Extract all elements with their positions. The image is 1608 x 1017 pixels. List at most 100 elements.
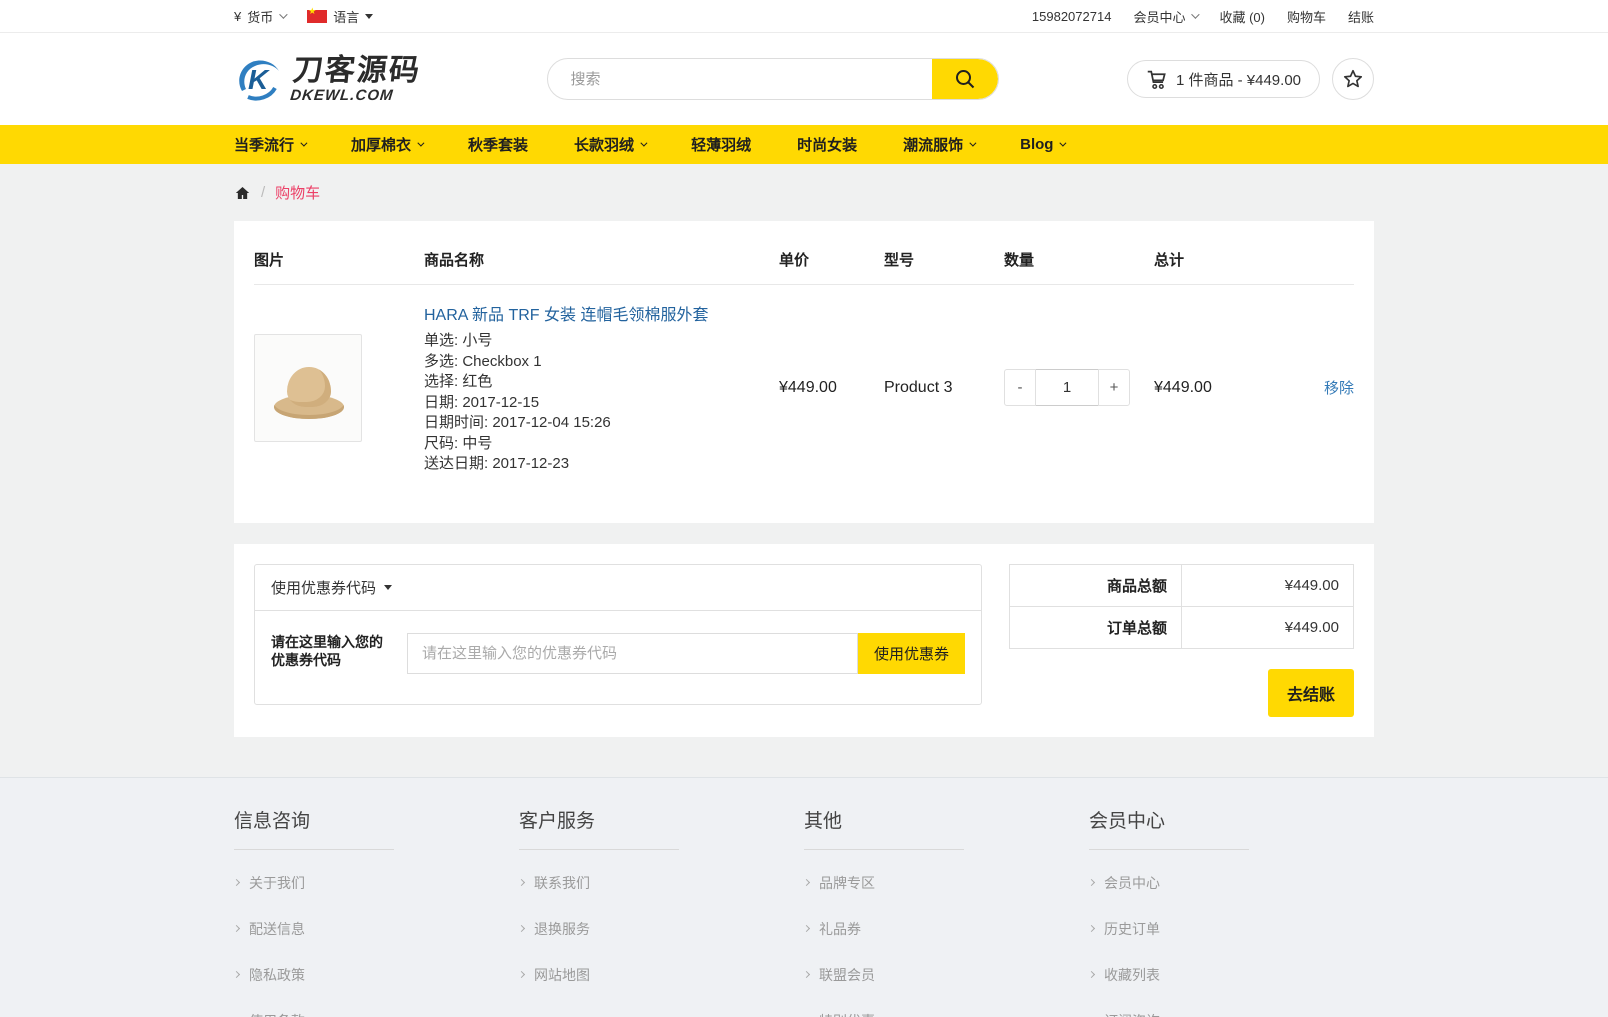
site-logo[interactable]: K 刀客源码 DKEWL.COM <box>234 53 420 105</box>
footer-link-contact[interactable]: 联系我们 <box>519 860 804 906</box>
search-input[interactable] <box>548 59 932 99</box>
chevron-right-icon <box>233 879 240 886</box>
totals-row-subtotal: 商品总额 ¥449.00 <box>1010 564 1354 606</box>
footer-link-label: 配送信息 <box>249 919 305 939</box>
nav-label: Blog <box>1020 136 1053 153</box>
footer-link-wishlist[interactable]: 收藏列表 <box>1089 952 1374 998</box>
home-icon[interactable] <box>234 185 251 201</box>
cart-icon <box>1146 69 1167 90</box>
product-option: 日期时间: 2017-12-04 15:26 <box>424 413 779 434</box>
chevron-right-icon <box>518 879 525 886</box>
search-bar <box>547 58 999 100</box>
coupon-panel-toggle[interactable]: 使用优惠券代码 <box>255 565 981 611</box>
footer-link-brands[interactable]: 品牌专区 <box>804 860 1089 906</box>
footer-link-label: 品牌专区 <box>819 873 875 893</box>
footer-link-order-history[interactable]: 历史订单 <box>1089 906 1374 952</box>
footer-link-gift-vouchers[interactable]: 礼品券 <box>804 906 1089 952</box>
logo-subtitle: DKEWL.COM <box>290 88 420 103</box>
svg-text:K: K <box>248 64 270 95</box>
quantity-increase-button[interactable]: + <box>1098 369 1130 406</box>
cart-table-card: 图片 商品名称 单价 型号 数量 总计 HARA 新品 TRF 女装 连帽毛领棉… <box>234 221 1374 523</box>
member-center-menu[interactable]: 会员中心 <box>1133 7 1197 26</box>
nav-item-autumn-sets[interactable]: 秋季套装 <box>468 134 528 155</box>
header: K 刀客源码 DKEWL.COM <box>0 33 1608 125</box>
subtotal-label: 商品总额 <box>1010 564 1182 606</box>
nav-label: 潮流服饰 <box>903 134 963 155</box>
nav-item-long-down[interactable]: 长款羽绒 <box>574 134 645 155</box>
checkout-button[interactable]: 去结账 <box>1268 669 1354 717</box>
footer-link-newsletter[interactable]: 订阅咨询 <box>1089 998 1374 1017</box>
footer-column-title: 其他 <box>804 806 1089 833</box>
cart-summary-text: 1 件商品 - ¥449.00 <box>1176 69 1301 90</box>
nav-label: 轻薄羽绒 <box>691 134 751 155</box>
footer-link-label: 订阅咨询 <box>1104 1011 1160 1017</box>
breadcrumb-separator: / <box>261 184 265 201</box>
cart-table-header: 图片 商品名称 单价 型号 数量 总计 <box>254 241 1354 285</box>
nav-item-seasonal[interactable]: 当季流行 <box>234 134 305 155</box>
nav-item-blog[interactable]: Blog <box>1020 136 1064 153</box>
currency-selector[interactable]: ¥ 货币 <box>234 7 285 26</box>
currency-symbol: ¥ <box>234 9 241 24</box>
wishlist-button[interactable] <box>1332 58 1374 100</box>
footer-column-title: 客户服务 <box>519 806 804 833</box>
search-icon <box>954 68 976 90</box>
footer-link-label: 礼品券 <box>819 919 861 939</box>
footer-column-customer-service: 客户服务 联系我们 退换服务 网站地图 <box>519 806 804 1017</box>
footer-link-account[interactable]: 会员中心 <box>1089 860 1374 906</box>
divider <box>804 849 964 850</box>
nav-label: 长款羽绒 <box>574 134 634 155</box>
language-selector[interactable]: 语言 <box>307 7 373 26</box>
footer-link-sitemap[interactable]: 网站地图 <box>519 952 804 998</box>
footer-link-label: 隐私政策 <box>249 965 305 985</box>
chevron-down-icon <box>969 140 976 147</box>
footer-link-about[interactable]: 关于我们 <box>234 860 519 906</box>
main-content: / 购物车 图片 商品名称 单价 型号 数量 总计 <box>0 164 1608 777</box>
footer-link-affiliates[interactable]: 联盟会员 <box>804 952 1089 998</box>
coupon-code-input[interactable] <box>407 633 858 674</box>
member-center-label: 会员中心 <box>1133 7 1185 26</box>
footer-column-information: 信息咨询 关于我们 配送信息 隐私政策 使用条款 <box>234 806 519 1017</box>
chevron-down-icon <box>640 140 647 147</box>
footer-link-specials[interactable]: 特别优惠 <box>804 998 1089 1017</box>
nav-item-light-down[interactable]: 轻薄羽绒 <box>691 134 751 155</box>
china-flag-icon <box>307 10 327 23</box>
product-thumbnail[interactable] <box>254 334 362 442</box>
nav-item-fashion-women[interactable]: 时尚女装 <box>797 134 857 155</box>
product-option: 单选: 小号 <box>424 331 779 352</box>
caret-down-icon <box>384 585 392 590</box>
checkout-link[interactable]: 结账 <box>1348 7 1374 26</box>
cart-summary-button[interactable]: 1 件商品 - ¥449.00 <box>1127 60 1320 98</box>
hat-image <box>287 367 331 407</box>
breadcrumb-current[interactable]: 购物车 <box>275 182 320 203</box>
chevron-right-icon <box>518 925 525 932</box>
footer-link-label: 关于我们 <box>249 873 305 893</box>
currency-label: 货币 <box>247 7 273 26</box>
apply-coupon-button[interactable]: 使用优惠券 <box>858 633 965 674</box>
chevron-right-icon <box>518 971 525 978</box>
chevron-right-icon <box>1088 925 1095 932</box>
coupon-panel-title: 使用优惠券代码 <box>271 577 376 598</box>
nav-label: 当季流行 <box>234 134 294 155</box>
cart-link[interactable]: 购物车 <box>1287 7 1326 26</box>
divider <box>519 849 679 850</box>
nav-item-padded-coats[interactable]: 加厚棉衣 <box>351 134 422 155</box>
footer-link-terms[interactable]: 使用条款 <box>234 998 519 1017</box>
footer-link-delivery[interactable]: 配送信息 <box>234 906 519 952</box>
footer-link-label: 退换服务 <box>534 919 590 939</box>
footer-link-privacy[interactable]: 隐私政策 <box>234 952 519 998</box>
language-label: 语言 <box>333 7 359 26</box>
footer-column-extras: 其他 品牌专区 礼品券 联盟会员 特别优惠 <box>804 806 1089 1017</box>
footer-link-label: 联系我们 <box>534 873 590 893</box>
quantity-input[interactable] <box>1036 369 1098 406</box>
nav-label: 加厚棉衣 <box>351 134 411 155</box>
search-button[interactable] <box>932 59 998 99</box>
quantity-decrease-button[interactable]: - <box>1004 369 1036 406</box>
nav-label: 秋季套装 <box>468 134 528 155</box>
footer: 信息咨询 关于我们 配送信息 隐私政策 使用条款 客户服务 联系我们 退换服务 … <box>0 777 1608 1017</box>
product-name-link[interactable]: HARA 新品 TRF 女装 连帽毛领棉服外套 <box>424 301 708 325</box>
wishlist-link[interactable]: 收藏 (0) <box>1219 7 1265 26</box>
nav-item-trendy[interactable]: 潮流服饰 <box>903 134 974 155</box>
remove-item-link[interactable]: 移除 <box>1324 380 1354 397</box>
footer-link-returns[interactable]: 退换服务 <box>519 906 804 952</box>
header-image: 图片 <box>254 249 424 270</box>
